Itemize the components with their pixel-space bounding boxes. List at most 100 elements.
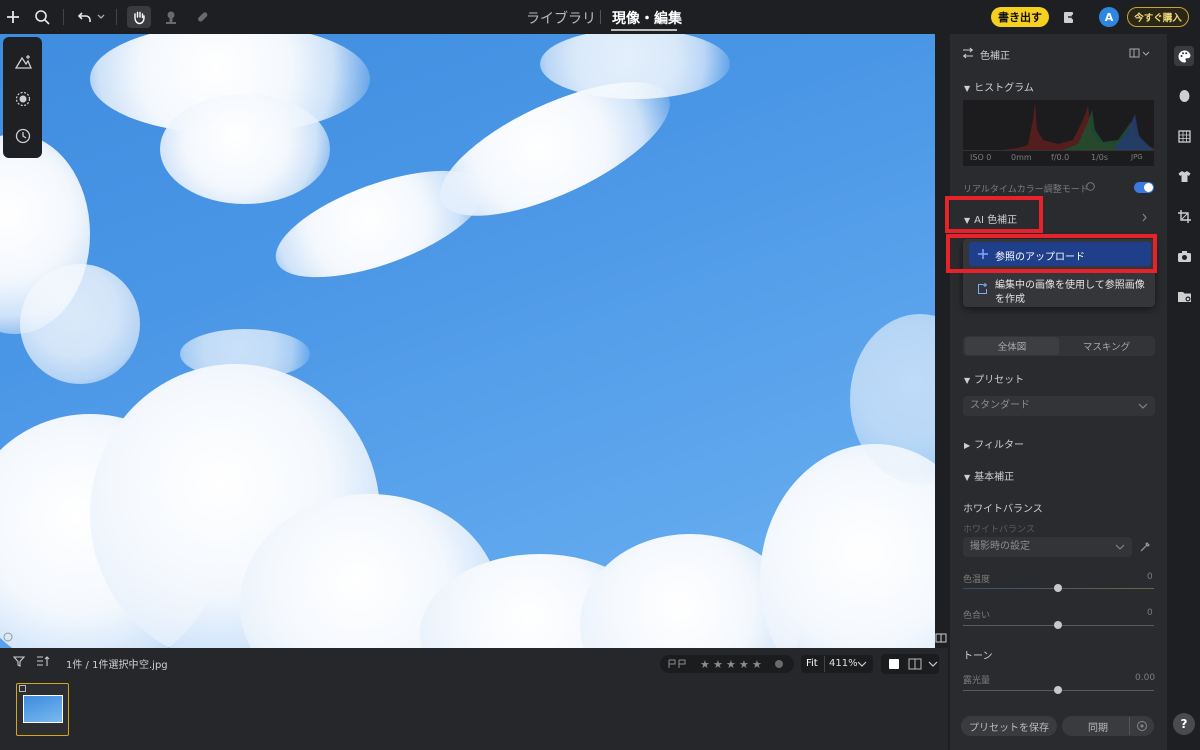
preset-section-header[interactable]: ▼ プリセット (964, 371, 1024, 386)
edited-badge-icon (19, 685, 26, 692)
chevron-down-icon[interactable] (94, 6, 108, 28)
rating-star[interactable]: ★ (726, 658, 736, 671)
shirt-icon[interactable] (1174, 166, 1194, 186)
toolbar-divider (116, 9, 117, 25)
bandage-icon[interactable] (191, 6, 213, 28)
thumbnail[interactable] (16, 683, 69, 736)
auto-adjust-icon[interactable] (12, 51, 33, 72)
filter-icon[interactable] (10, 652, 28, 670)
tab-develop-edit[interactable]: 現像・編集 (612, 8, 682, 28)
sync-settings-icon[interactable] (1136, 720, 1148, 732)
tint-knob[interactable] (1054, 621, 1062, 629)
fit-button[interactable]: Fit (806, 658, 818, 669)
search-icon[interactable] (31, 6, 53, 28)
eyedropper-icon[interactable] (1139, 541, 1151, 553)
crop-icon[interactable] (1174, 206, 1194, 226)
filter-label: フィルター (974, 440, 1024, 451)
highlight-box (946, 234, 1157, 273)
create-reference-icon (978, 283, 987, 294)
chevron-down-icon[interactable] (928, 660, 938, 668)
rating-star[interactable]: ★ (713, 658, 723, 671)
flag-icon[interactable] (667, 659, 691, 669)
avatar[interactable]: A (1099, 7, 1119, 27)
segment-overall[interactable]: 全体図 (965, 337, 1059, 355)
canvas-tools-panel (3, 37, 42, 158)
palette-icon[interactable] (1174, 46, 1194, 66)
tone-heading: トーン (963, 651, 993, 662)
divider (1129, 717, 1130, 735)
exposure-icon[interactable] (12, 88, 33, 109)
rating-star[interactable]: ★ (752, 658, 762, 671)
buy-now-button[interactable]: 今すぐ購入 (1127, 7, 1189, 27)
divider (132, 658, 133, 669)
zoom-level[interactable]: 411% (829, 658, 858, 669)
hist-iso: ISO 0 (970, 153, 992, 162)
create-reference-line1[interactable]: 編集中の画像を使用して参照画像 (995, 276, 1145, 291)
camera-icon[interactable] (1174, 246, 1194, 266)
panel-title: 色補正 (980, 51, 1010, 62)
preset-select[interactable]: スタンダード (963, 396, 1155, 416)
highlight-box (945, 196, 1043, 233)
hist-format: JPG (1131, 153, 1143, 161)
hand-icon (134, 11, 145, 24)
sort-icon[interactable] (34, 652, 52, 670)
face-icon[interactable] (1174, 86, 1194, 106)
before-after-icon[interactable] (908, 658, 922, 670)
chevron-down-icon (1138, 403, 1148, 409)
preset-label: プリセット (974, 375, 1025, 386)
temperature-label: 色温度 (963, 575, 991, 585)
hist-focal: 0mm (1011, 153, 1032, 162)
tab-library[interactable]: ライブラリ (526, 8, 596, 28)
save-preset-button[interactable]: プリセットを保存 (961, 716, 1057, 736)
exposure-value[interactable]: 0.00 (1135, 673, 1155, 683)
exposure-knob[interactable] (1054, 686, 1062, 694)
temperature-value[interactable]: 0 (1147, 572, 1153, 582)
photo-canvas[interactable] (0, 34, 935, 648)
stamp-icon[interactable] (160, 6, 182, 28)
share-icon[interactable] (1058, 6, 1080, 28)
folder-icon[interactable] (1174, 286, 1194, 306)
history-icon[interactable] (12, 125, 33, 146)
tint-label: 色合い (963, 611, 991, 621)
create-reference-line2[interactable]: を作成 (995, 290, 1025, 305)
cloud-shape (160, 94, 330, 204)
help-button[interactable]: ? (1173, 713, 1195, 735)
hist-shutter: 1/0s (1091, 153, 1109, 162)
rating-star[interactable]: ★ (700, 658, 710, 671)
tab-divider (600, 10, 601, 24)
white-balance-heading: ホワイトバランス (963, 504, 1043, 515)
thumbnail-image (23, 695, 63, 723)
basic-section-header[interactable]: ▼ 基本補正 (964, 468, 1014, 483)
hand-tool-button[interactable] (127, 6, 151, 28)
temperature-knob[interactable] (1054, 584, 1062, 592)
info-icon[interactable] (3, 632, 13, 642)
chevron-down-icon[interactable] (857, 660, 867, 668)
export-button[interactable]: 書き出す (991, 7, 1049, 27)
exposure-label: 露光量 (963, 676, 991, 686)
realtime-toggle[interactable] (1134, 182, 1154, 193)
histogram-section-header[interactable]: ▼ ヒストグラム (964, 79, 1034, 94)
cloud-shape (540, 34, 730, 99)
filter-section-header[interactable]: ▶ フィルター (964, 436, 1024, 451)
cloud-shape (20, 264, 140, 384)
selection-count: 1件 / 1件選択中 (66, 660, 139, 671)
toolbar-divider (63, 9, 64, 25)
color-label-dot[interactable] (775, 660, 783, 668)
texture-icon[interactable] (1174, 126, 1194, 146)
compare-icon[interactable] (935, 632, 947, 644)
chevron-down-icon (1115, 544, 1125, 550)
rating-star[interactable]: ★ (739, 658, 749, 671)
swap-icon[interactable] (962, 47, 974, 59)
plus-icon[interactable] (2, 6, 24, 28)
top-bar: ライブラリ 現像・編集 書き出す A 今すぐ購入 (0, 0, 1200, 34)
segment-masking[interactable]: マスキング (1060, 337, 1153, 355)
layout-icon[interactable] (1129, 47, 1151, 59)
white-balance-sublabel: ホワイトバランス (963, 525, 1035, 535)
tint-value[interactable]: 0 (1147, 608, 1153, 618)
single-view-icon[interactable] (889, 659, 899, 669)
histogram-label: ヒストグラム (974, 83, 1034, 94)
undo-icon[interactable] (74, 6, 96, 28)
chevron-right-icon[interactable] (1141, 213, 1148, 222)
white-balance-select[interactable]: 撮影時の設定 (963, 537, 1132, 557)
help-circle-icon[interactable] (1086, 182, 1095, 191)
